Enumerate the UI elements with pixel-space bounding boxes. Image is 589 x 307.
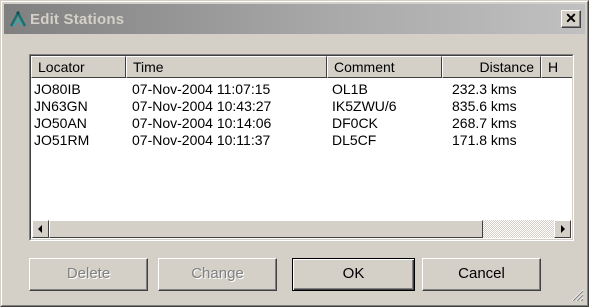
cancel-button[interactable]: Cancel (422, 258, 541, 291)
cell-distance: 171.8 kms (452, 132, 517, 148)
stations-list[interactable]: Locator Time Comment Distance H JO80IB 0… (29, 54, 574, 241)
cell-time: 07-Nov-2004 11:07:15 (132, 81, 271, 97)
close-icon: ✕ (565, 10, 577, 26)
cell-locator: JN63GN (34, 98, 88, 114)
column-header-h[interactable]: H (541, 56, 572, 78)
title-bar[interactable]: Edit Stations ✕ (4, 4, 585, 34)
column-header-distance[interactable]: Distance (442, 56, 541, 78)
resize-grip-icon[interactable] (570, 288, 584, 302)
column-header-comment[interactable]: Comment (327, 56, 442, 78)
column-header-locator[interactable]: Locator (31, 56, 126, 78)
table-row[interactable]: JN63GN 07-Nov-2004 10:43:27 IK5ZWU/6 835… (31, 98, 572, 115)
cell-comment: DF0CK (332, 115, 378, 131)
change-button[interactable]: Change (158, 258, 277, 291)
cell-comment: OL1B (332, 81, 368, 97)
scroll-left-button[interactable] (32, 220, 49, 238)
scroll-track[interactable] (49, 220, 554, 238)
list-rows: JO80IB 07-Nov-2004 11:07:15 OL1B 232.3 k… (31, 81, 572, 149)
horizontal-scrollbar[interactable] (32, 220, 571, 238)
window-title: Edit Stations (30, 11, 125, 28)
list-header: Locator Time Comment Distance H (31, 56, 572, 78)
cell-distance: 835.6 kms (452, 98, 517, 114)
cell-locator: JO50AN (34, 115, 87, 131)
table-row[interactable]: JO50AN 07-Nov-2004 10:14:06 DF0CK 268.7 … (31, 115, 572, 132)
cell-comment: DL5CF (332, 132, 377, 148)
cell-time: 07-Nov-2004 10:14:06 (132, 115, 272, 131)
close-button[interactable]: ✕ (561, 10, 581, 28)
table-row[interactable]: JO80IB 07-Nov-2004 11:07:15 OL1B 232.3 k… (31, 81, 572, 98)
column-header-time[interactable]: Time (126, 56, 327, 78)
cell-locator: JO80IB (34, 81, 81, 97)
scroll-thumb[interactable] (49, 220, 484, 238)
cell-distance: 268.7 kms (452, 115, 517, 131)
cell-locator: JO51RM (34, 132, 90, 148)
cell-time: 07-Nov-2004 10:43:27 (132, 98, 272, 114)
stations-list-viewport: Locator Time Comment Distance H JO80IB 0… (30, 55, 573, 240)
edit-stations-dialog: Edit Stations ✕ Locator Time Comment Dis… (0, 0, 589, 307)
arrow-left-icon (38, 225, 42, 233)
ok-button[interactable]: OK (292, 258, 415, 291)
delete-button[interactable]: Delete (29, 258, 148, 291)
cell-distance: 232.3 kms (452, 81, 517, 97)
antenna-icon (9, 10, 27, 27)
dialog-frame: Edit Stations ✕ Locator Time Comment Dis… (1, 1, 588, 306)
arrow-right-icon (561, 225, 565, 233)
cell-time: 07-Nov-2004 10:11:37 (132, 132, 271, 148)
table-row[interactable]: JO51RM 07-Nov-2004 10:11:37 DL5CF 171.8 … (31, 132, 572, 149)
cell-comment: IK5ZWU/6 (332, 98, 397, 114)
scroll-right-button[interactable] (554, 220, 571, 238)
